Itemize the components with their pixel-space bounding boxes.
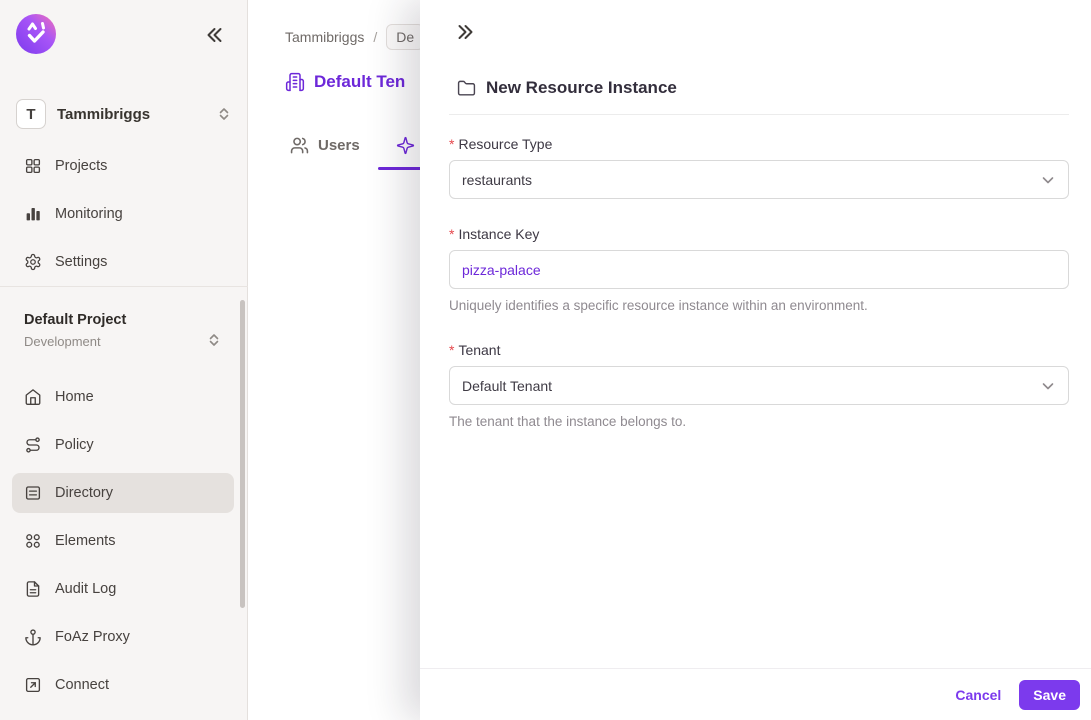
folder-icon (457, 79, 476, 98)
chevron-down-icon (1040, 378, 1056, 394)
sidebar-item-label: Policy (55, 437, 94, 453)
sidebar-item-label: Elements (55, 533, 116, 549)
resource-type-value: restaurants (462, 171, 533, 188)
sidebar-divider (0, 286, 248, 287)
sidebar-item-home[interactable]: Home (12, 377, 234, 417)
audit-log-file-icon (24, 580, 42, 598)
sidebar-item-projects[interactable]: Projects (12, 146, 234, 186)
users-icon (290, 136, 309, 155)
sidebar-item-label: Connect (55, 677, 110, 693)
breadcrumb-root[interactable]: Tammibriggs (285, 29, 364, 45)
projects-grid-icon (24, 157, 42, 175)
project-name: Default Project (24, 312, 127, 328)
directory-list-icon (24, 484, 42, 502)
tenant-building-icon (285, 72, 305, 92)
new-resource-instance-drawer: New Resource Instance * Resource Type res… (420, 0, 1091, 720)
sidebar-item-label: Settings (55, 254, 108, 270)
required-asterisk: * (449, 342, 455, 358)
sidebar-item-label: Home (55, 389, 94, 405)
home-icon (24, 388, 42, 406)
drawer-footer: Cancel Save (420, 668, 1091, 720)
instance-key-input[interactable] (449, 250, 1069, 289)
workspace-name: Tammibriggs (57, 105, 151, 123)
monitoring-bars-icon (24, 205, 42, 223)
sidebar-item-foaz-proxy[interactable]: FoAz Proxy (12, 617, 234, 657)
gear-icon (24, 253, 42, 271)
sidebar-item-connect[interactable]: Connect (12, 665, 234, 705)
environment-name: Development (24, 334, 101, 349)
permit-logo-icon[interactable] (16, 14, 56, 54)
workspace-avatar: T (16, 99, 46, 129)
resource-type-label: * Resource Type (449, 136, 553, 152)
drawer-title: New Resource Instance (486, 78, 677, 97)
workspace-switcher[interactable]: T Tammibriggs (16, 97, 232, 131)
tenant-select[interactable]: Default Tenant (449, 366, 1069, 405)
app-window: T Tammibriggs Projects Monitoring Settin… (0, 0, 1091, 720)
sidebar-item-elements[interactable]: Elements (12, 521, 234, 561)
sidebar-scrollbar[interactable] (240, 300, 245, 608)
sidebar-collapse-icon[interactable] (203, 24, 225, 46)
sidebar-item-monitoring[interactable]: Monitoring (12, 194, 234, 234)
anchor-icon (24, 628, 42, 646)
elements-dots-icon (24, 532, 42, 550)
chevron-down-icon (1040, 172, 1056, 188)
page-title-row: Default Ten (285, 72, 405, 92)
project-switcher[interactable]: Default Project Development (24, 310, 232, 351)
drawer-header: New Resource Instance (457, 78, 677, 98)
connect-box-arrow-icon (24, 676, 42, 694)
instance-key-helper: Uniquely identifies a specific resource … (449, 298, 868, 313)
tab-instances-spark-icon[interactable] (396, 136, 415, 155)
tab-label: Users (318, 137, 360, 154)
sidebar-item-settings[interactable]: Settings (12, 242, 234, 282)
required-asterisk: * (449, 226, 455, 242)
drawer-divider (449, 114, 1069, 115)
breadcrumb-current[interactable]: De (386, 24, 425, 50)
sidebar-item-label: Monitoring (55, 206, 123, 222)
tenant-value: Default Tenant (462, 377, 553, 394)
cancel-button[interactable]: Cancel (955, 687, 1001, 703)
sidebar-item-label: Directory (55, 485, 114, 501)
policy-route-icon (24, 436, 42, 454)
sidebar: T Tammibriggs Projects Monitoring Settin… (0, 0, 248, 720)
drawer-collapse-icon[interactable] (455, 21, 477, 43)
resource-type-select[interactable]: restaurants (449, 160, 1069, 199)
breadcrumb: Tammibriggs / De (285, 24, 425, 50)
sidebar-item-directory[interactable]: Directory (12, 473, 234, 513)
tab-users[interactable]: Users (290, 136, 360, 155)
sidebar-item-label: Projects (55, 158, 108, 174)
save-button[interactable]: Save (1019, 679, 1080, 710)
page-title: Default Ten (314, 72, 406, 91)
instance-key-label: * Instance Key (449, 226, 540, 242)
tenant-label: * Tenant (449, 342, 501, 358)
required-asterisk: * (449, 136, 455, 152)
chevron-up-down-icon (206, 332, 222, 348)
breadcrumb-separator: / (373, 29, 378, 45)
sidebar-item-label: FoAz Proxy (55, 629, 130, 645)
sidebar-item-policy[interactable]: Policy (12, 425, 234, 465)
sidebar-item-audit-log[interactable]: Audit Log (12, 569, 234, 609)
tenant-helper: The tenant that the instance belongs to. (449, 414, 687, 429)
chevron-up-down-icon (216, 106, 232, 122)
sidebar-item-label: Audit Log (55, 581, 117, 597)
